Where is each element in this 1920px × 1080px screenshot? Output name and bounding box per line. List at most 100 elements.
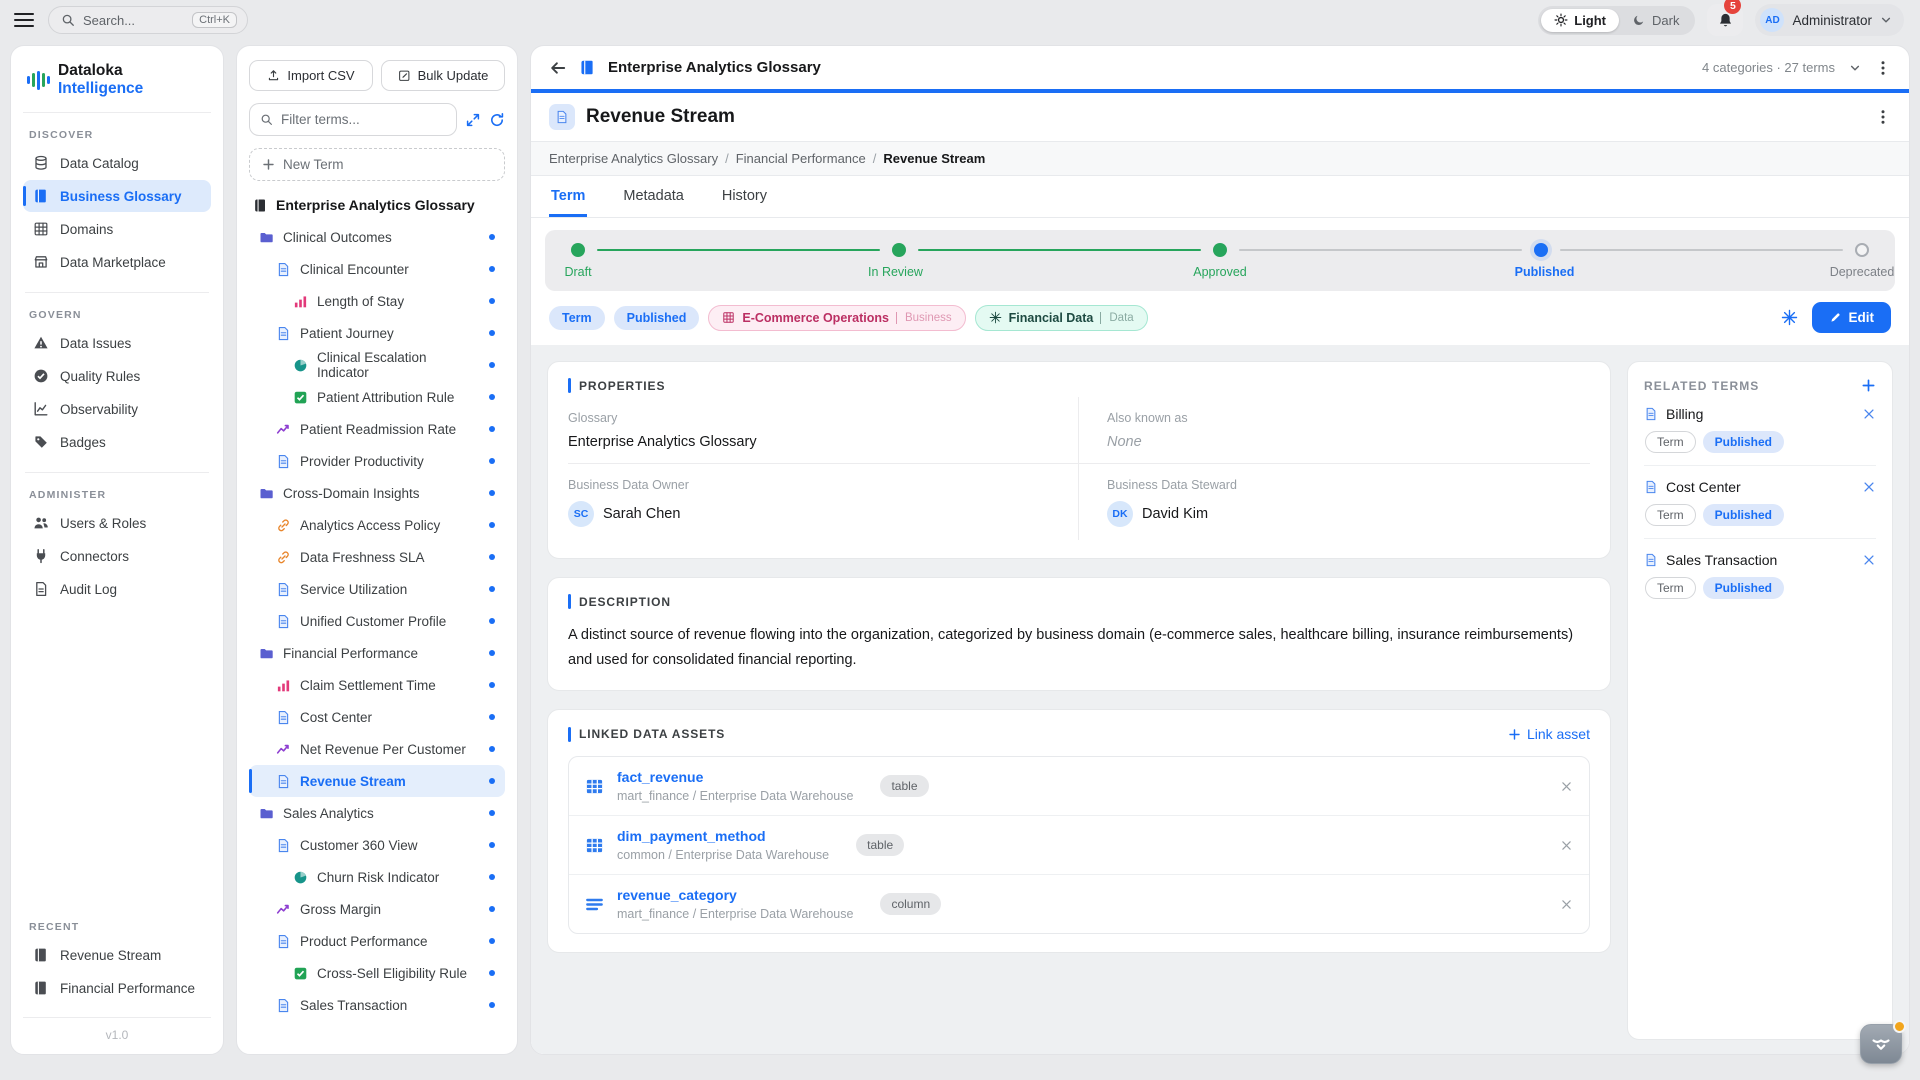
new-term-label: New Term (283, 157, 344, 172)
sidebar-item-domains[interactable]: Domains (23, 213, 211, 245)
tree-item-customer-360-view[interactable]: Customer 360 View (249, 829, 505, 861)
tree-item-patient-readmission-rate[interactable]: Patient Readmission Rate (249, 413, 505, 445)
recent-item-revenue-stream[interactable]: Revenue Stream (23, 939, 211, 971)
tree-item-clinical-outcomes[interactable]: Clinical Outcomes (249, 221, 505, 253)
tree-item-analytics-access-policy[interactable]: Analytics Access Policy (249, 509, 505, 541)
tree-item-provider-productivity[interactable]: Provider Productivity (249, 445, 505, 477)
widget-launcher-button[interactable] (1860, 1024, 1902, 1064)
unlink-asset-button[interactable] (1560, 780, 1573, 793)
menu-icon[interactable] (14, 13, 34, 27)
chevron-down-icon[interactable] (1849, 62, 1861, 74)
user-menu[interactable]: AD Administrator (1755, 4, 1904, 36)
tree-item-patient-journey[interactable]: Patient Journey (249, 317, 505, 349)
step-label-deprecated: Deprecated (1830, 265, 1895, 279)
users-icon (33, 515, 49, 531)
asset-name-link[interactable]: fact_revenue (617, 769, 853, 785)
status-dot (489, 906, 495, 912)
remove-related-term-button[interactable] (1862, 553, 1876, 567)
glossary-more-menu[interactable] (1875, 60, 1891, 76)
sidebar-item-data-issues[interactable]: Data Issues (23, 327, 211, 359)
new-term-button[interactable]: New Term (249, 148, 505, 181)
unlink-asset-button[interactable] (1560, 839, 1573, 852)
theme-light-button[interactable]: Light (1541, 9, 1619, 32)
asset-name-link[interactable]: dim_payment_method (617, 828, 829, 844)
tree-item-sales-transaction[interactable]: Sales Transaction (249, 989, 505, 1021)
related-term-row: Cost Center (1644, 479, 1876, 495)
term-more-menu[interactable] (1875, 109, 1891, 125)
tree-item-label: Service Utilization (300, 582, 407, 597)
import-csv-button[interactable]: Import CSV (249, 60, 373, 91)
sidebar-item-observability[interactable]: Observability (23, 393, 211, 425)
expand-all-icon[interactable] (465, 112, 481, 128)
refresh-icon[interactable] (489, 112, 505, 128)
tab-metadata[interactable]: Metadata (621, 176, 685, 217)
tree-item-revenue-stream[interactable]: Revenue Stream (249, 765, 505, 797)
tab-term[interactable]: Term (549, 176, 587, 217)
status-dot (489, 298, 495, 304)
sidebar-item-audit-log[interactable]: Audit Log (23, 573, 211, 605)
filter-terms-input[interactable]: Filter terms... (249, 103, 457, 136)
tree-item-label: Analytics Access Policy (300, 518, 440, 533)
notifications-button[interactable]: 5 (1707, 4, 1743, 36)
breadcrumb-link[interactable]: Financial Performance (736, 151, 866, 166)
related-term-name[interactable]: Sales Transaction (1666, 552, 1777, 568)
brand-suffix: Intelligence (58, 80, 143, 97)
related-term-name[interactable]: Billing (1666, 406, 1703, 422)
tree-item-data-freshness-sla[interactable]: Data Freshness SLA (249, 541, 505, 573)
glossary-tree-panel: Import CSV Bulk Update Filter terms... N… (236, 45, 518, 1055)
tree-item-financial-performance[interactable]: Financial Performance (249, 637, 505, 669)
sidebar-item-users-roles[interactable]: Users & Roles (23, 507, 211, 539)
sparkle-icon (1781, 309, 1798, 326)
remove-related-term-button[interactable] (1862, 407, 1876, 421)
tree-item-churn-risk-indicator[interactable]: Churn Risk Indicator (249, 861, 505, 893)
tree-item-service-utilization[interactable]: Service Utilization (249, 573, 505, 605)
back-button[interactable] (549, 59, 567, 77)
tree-item-cross-sell-eligibility-rule[interactable]: Cross-Sell Eligibility Rule (249, 957, 505, 989)
related-term-name[interactable]: Cost Center (1666, 479, 1741, 495)
remove-related-term-button[interactable] (1862, 480, 1876, 494)
unlink-asset-button[interactable] (1560, 898, 1573, 911)
tab-history[interactable]: History (720, 176, 769, 217)
sidebar-item-data-marketplace[interactable]: Data Marketplace (23, 246, 211, 278)
tree-item-net-revenue-per-customer[interactable]: Net Revenue Per Customer (249, 733, 505, 765)
tree-item-sales-analytics[interactable]: Sales Analytics (249, 797, 505, 829)
badge-financial-data: Financial DataData (975, 305, 1148, 331)
step-label-approved: Approved (1193, 265, 1247, 279)
tree-item-product-performance[interactable]: Product Performance (249, 925, 505, 957)
add-related-term-button[interactable] (1861, 378, 1876, 393)
sidebar-item-quality-rules[interactable]: Quality Rules (23, 360, 211, 392)
tree-item-cost-center[interactable]: Cost Center (249, 701, 505, 733)
tree-item-length-of-stay[interactable]: Length of Stay (249, 285, 505, 317)
sidebar-item-badges[interactable]: Badges (23, 426, 211, 458)
tree-item-claim-settlement-time[interactable]: Claim Settlement Time (249, 669, 505, 701)
sidebar-item-data-catalog[interactable]: Data Catalog (23, 147, 211, 179)
sidebar-item-business-glossary[interactable]: Business Glossary (23, 180, 211, 212)
tree-item-patient-attribution-rule[interactable]: Patient Attribution Rule (249, 381, 505, 413)
related-term-cost-center: Cost CenterTermPublished (1644, 466, 1876, 539)
asset-name-link[interactable]: revenue_category (617, 887, 853, 903)
global-search-input[interactable]: Search... Ctrl+K (48, 6, 248, 34)
status-dot (489, 842, 495, 848)
doc-icon (1644, 407, 1658, 421)
theme-dark-button[interactable]: Dark (1619, 9, 1692, 32)
tree-item-unified-customer-profile[interactable]: Unified Customer Profile (249, 605, 505, 637)
breadcrumb-link[interactable]: Enterprise Analytics Glossary (549, 151, 718, 166)
doc-icon (276, 934, 291, 949)
sidebar-item-connectors[interactable]: Connectors (23, 540, 211, 572)
bulk-update-button[interactable]: Bulk Update (381, 60, 505, 91)
tree-item-clinical-escalation-indicator[interactable]: Clinical Escalation Indicator (249, 349, 505, 381)
tree-item-clinical-encounter[interactable]: Clinical Encounter (249, 253, 505, 285)
doc-icon (555, 110, 569, 124)
glossary-tree-root[interactable]: Enterprise Analytics Glossary (253, 197, 501, 213)
badge-label: Term (562, 311, 592, 325)
trend-icon (276, 422, 291, 437)
avatar: DK (1107, 501, 1133, 527)
linked-assets-panel: LINKED DATA ASSETS Link asset fact_reven… (547, 709, 1611, 953)
sidebar-item-label: Quality Rules (60, 369, 140, 384)
recent-item-financial-performance[interactable]: Financial Performance (23, 972, 211, 1004)
description-text: A distinct source of revenue flowing int… (568, 623, 1590, 672)
edit-button[interactable]: Edit (1812, 302, 1892, 333)
tree-item-gross-margin[interactable]: Gross Margin (249, 893, 505, 925)
tree-item-cross-domain-insights[interactable]: Cross-Domain Insights (249, 477, 505, 509)
link-asset-button[interactable]: Link asset (1508, 726, 1590, 742)
